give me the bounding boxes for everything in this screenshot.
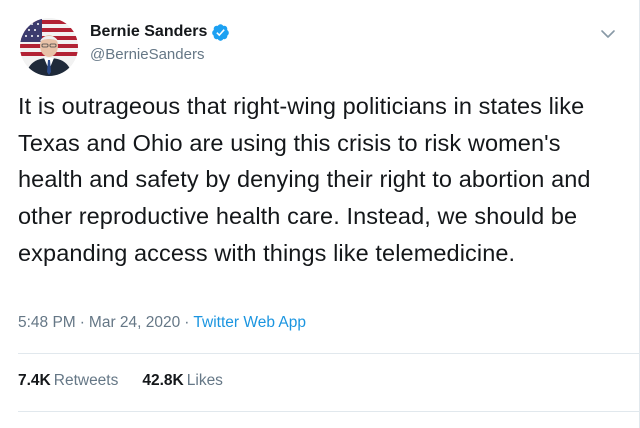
name-row: Bernie Sanders — [90, 21, 230, 43]
retweets-stat[interactable]: 7.4K Retweets — [18, 372, 118, 390]
tweet-text: It is outrageous that right-wing politic… — [18, 93, 591, 266]
tweet-date[interactable]: Mar 24, 2020 — [89, 314, 180, 331]
tweet-header: Bernie Sanders @BernieSanders — [18, 16, 622, 76]
meta-separator: · — [79, 314, 85, 331]
meta-separator: · — [184, 314, 190, 331]
likes-stat[interactable]: 42.8K Likes — [142, 372, 223, 390]
likes-count: 42.8K — [142, 372, 184, 389]
tweet-stats: 7.4K Retweets 42.8K Likes — [18, 372, 247, 390]
verified-badge-icon — [212, 23, 230, 41]
retweets-label: Retweets — [53, 372, 119, 389]
chevron-down-icon[interactable] — [600, 26, 616, 42]
avatar[interactable] — [20, 18, 78, 76]
author-handle[interactable]: @BernieSanders — [90, 46, 230, 63]
likes-label: Likes — [186, 372, 223, 389]
tweet-client-link[interactable]: Twitter Web App — [193, 314, 306, 331]
divider — [18, 353, 640, 354]
author-display-name[interactable]: Bernie Sanders — [90, 23, 207, 41]
tweet-time[interactable]: 5:48 PM — [18, 314, 76, 331]
tweet-card: Bernie Sanders @BernieSanders It is outr… — [0, 0, 640, 428]
divider — [18, 411, 640, 412]
tweet-meta: 5:48 PM · Mar 24, 2020 · Twitter Web App — [18, 314, 306, 332]
retweets-count: 7.4K — [18, 372, 51, 389]
author-identity: Bernie Sanders @BernieSanders — [90, 21, 230, 63]
